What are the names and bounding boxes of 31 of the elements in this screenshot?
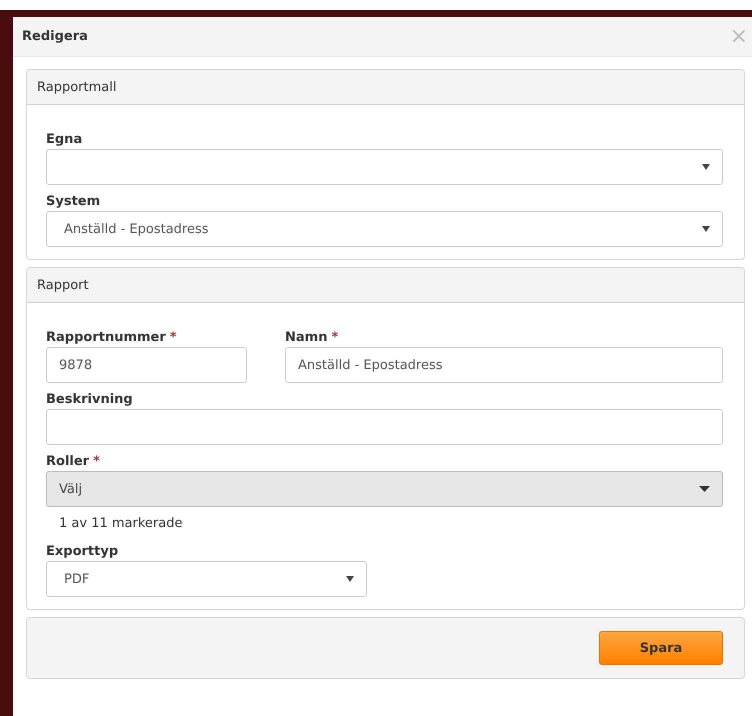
caret-icon — [346, 576, 354, 582]
field-value: Anställd - Epostadress — [298, 358, 443, 372]
field-label: Roller — [46, 454, 90, 469]
dropdown[interactable] — [46, 149, 723, 185]
dropdown-value: Välj — [59, 482, 82, 496]
caret-icon — [702, 226, 710, 232]
field-label: Rapportnummer — [46, 330, 166, 345]
field-label: System — [46, 194, 100, 209]
dialog-title: Redigera — [22, 29, 88, 44]
panel-title: Rapportmall — [37, 80, 116, 94]
dropdown[interactable]: PDF — [46, 561, 367, 597]
dropdown-value: PDF — [64, 572, 90, 586]
save-button[interactable]: Spara — [599, 631, 723, 665]
field-label: Beskrivning — [46, 392, 133, 407]
required-mark: * — [331, 330, 338, 345]
field-label: Namn — [285, 330, 328, 345]
required-mark: * — [170, 330, 177, 345]
input-field[interactable] — [46, 409, 723, 445]
caret-icon — [702, 164, 710, 170]
field-label: Exporttyp — [46, 544, 118, 559]
required-mark: * — [93, 454, 100, 469]
dropdown[interactable]: Anställd - Epostadress — [46, 211, 723, 247]
field-label: Egna — [46, 132, 82, 147]
input-field[interactable]: Anställd - Epostadress — [285, 347, 723, 383]
dropdown-value: Anställd - Epostadress — [64, 222, 209, 236]
caret-icon — [699, 486, 710, 492]
input-field[interactable]: 9878 — [46, 347, 247, 383]
selection-count: 1 av 11 markerade — [59, 516, 182, 531]
panel-title: Rapport — [37, 278, 89, 292]
field-value: 9878 — [59, 358, 92, 372]
dropdown[interactable]: Välj — [46, 471, 723, 507]
